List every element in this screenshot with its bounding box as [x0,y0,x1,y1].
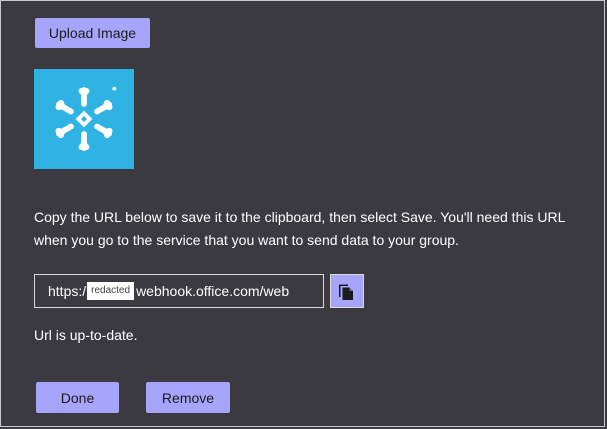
instructions-text: Copy the URL below to save it to the cli… [34,209,565,248]
remove-button[interactable]: Remove [146,382,230,413]
webhook-url-field[interactable]: https:/redacted webhook.office.com/web [34,274,324,308]
upload-image-button[interactable]: Upload Image [35,18,150,48]
copy-url-button[interactable] [330,274,364,308]
snowflake-logo-image [34,69,134,169]
url-prefix: https:/ [48,283,87,299]
url-suffix: webhook.office.com/web [136,283,290,299]
done-button[interactable]: Done [36,382,119,413]
copy-icon [339,284,353,300]
snowflake-logo-icon [55,86,117,151]
url-status-text: Url is up-to-date. [34,327,138,343]
redacted-label: redacted [87,282,135,300]
webhook-config-panel: Upload Image Copy the URL below to save … [0,0,605,427]
